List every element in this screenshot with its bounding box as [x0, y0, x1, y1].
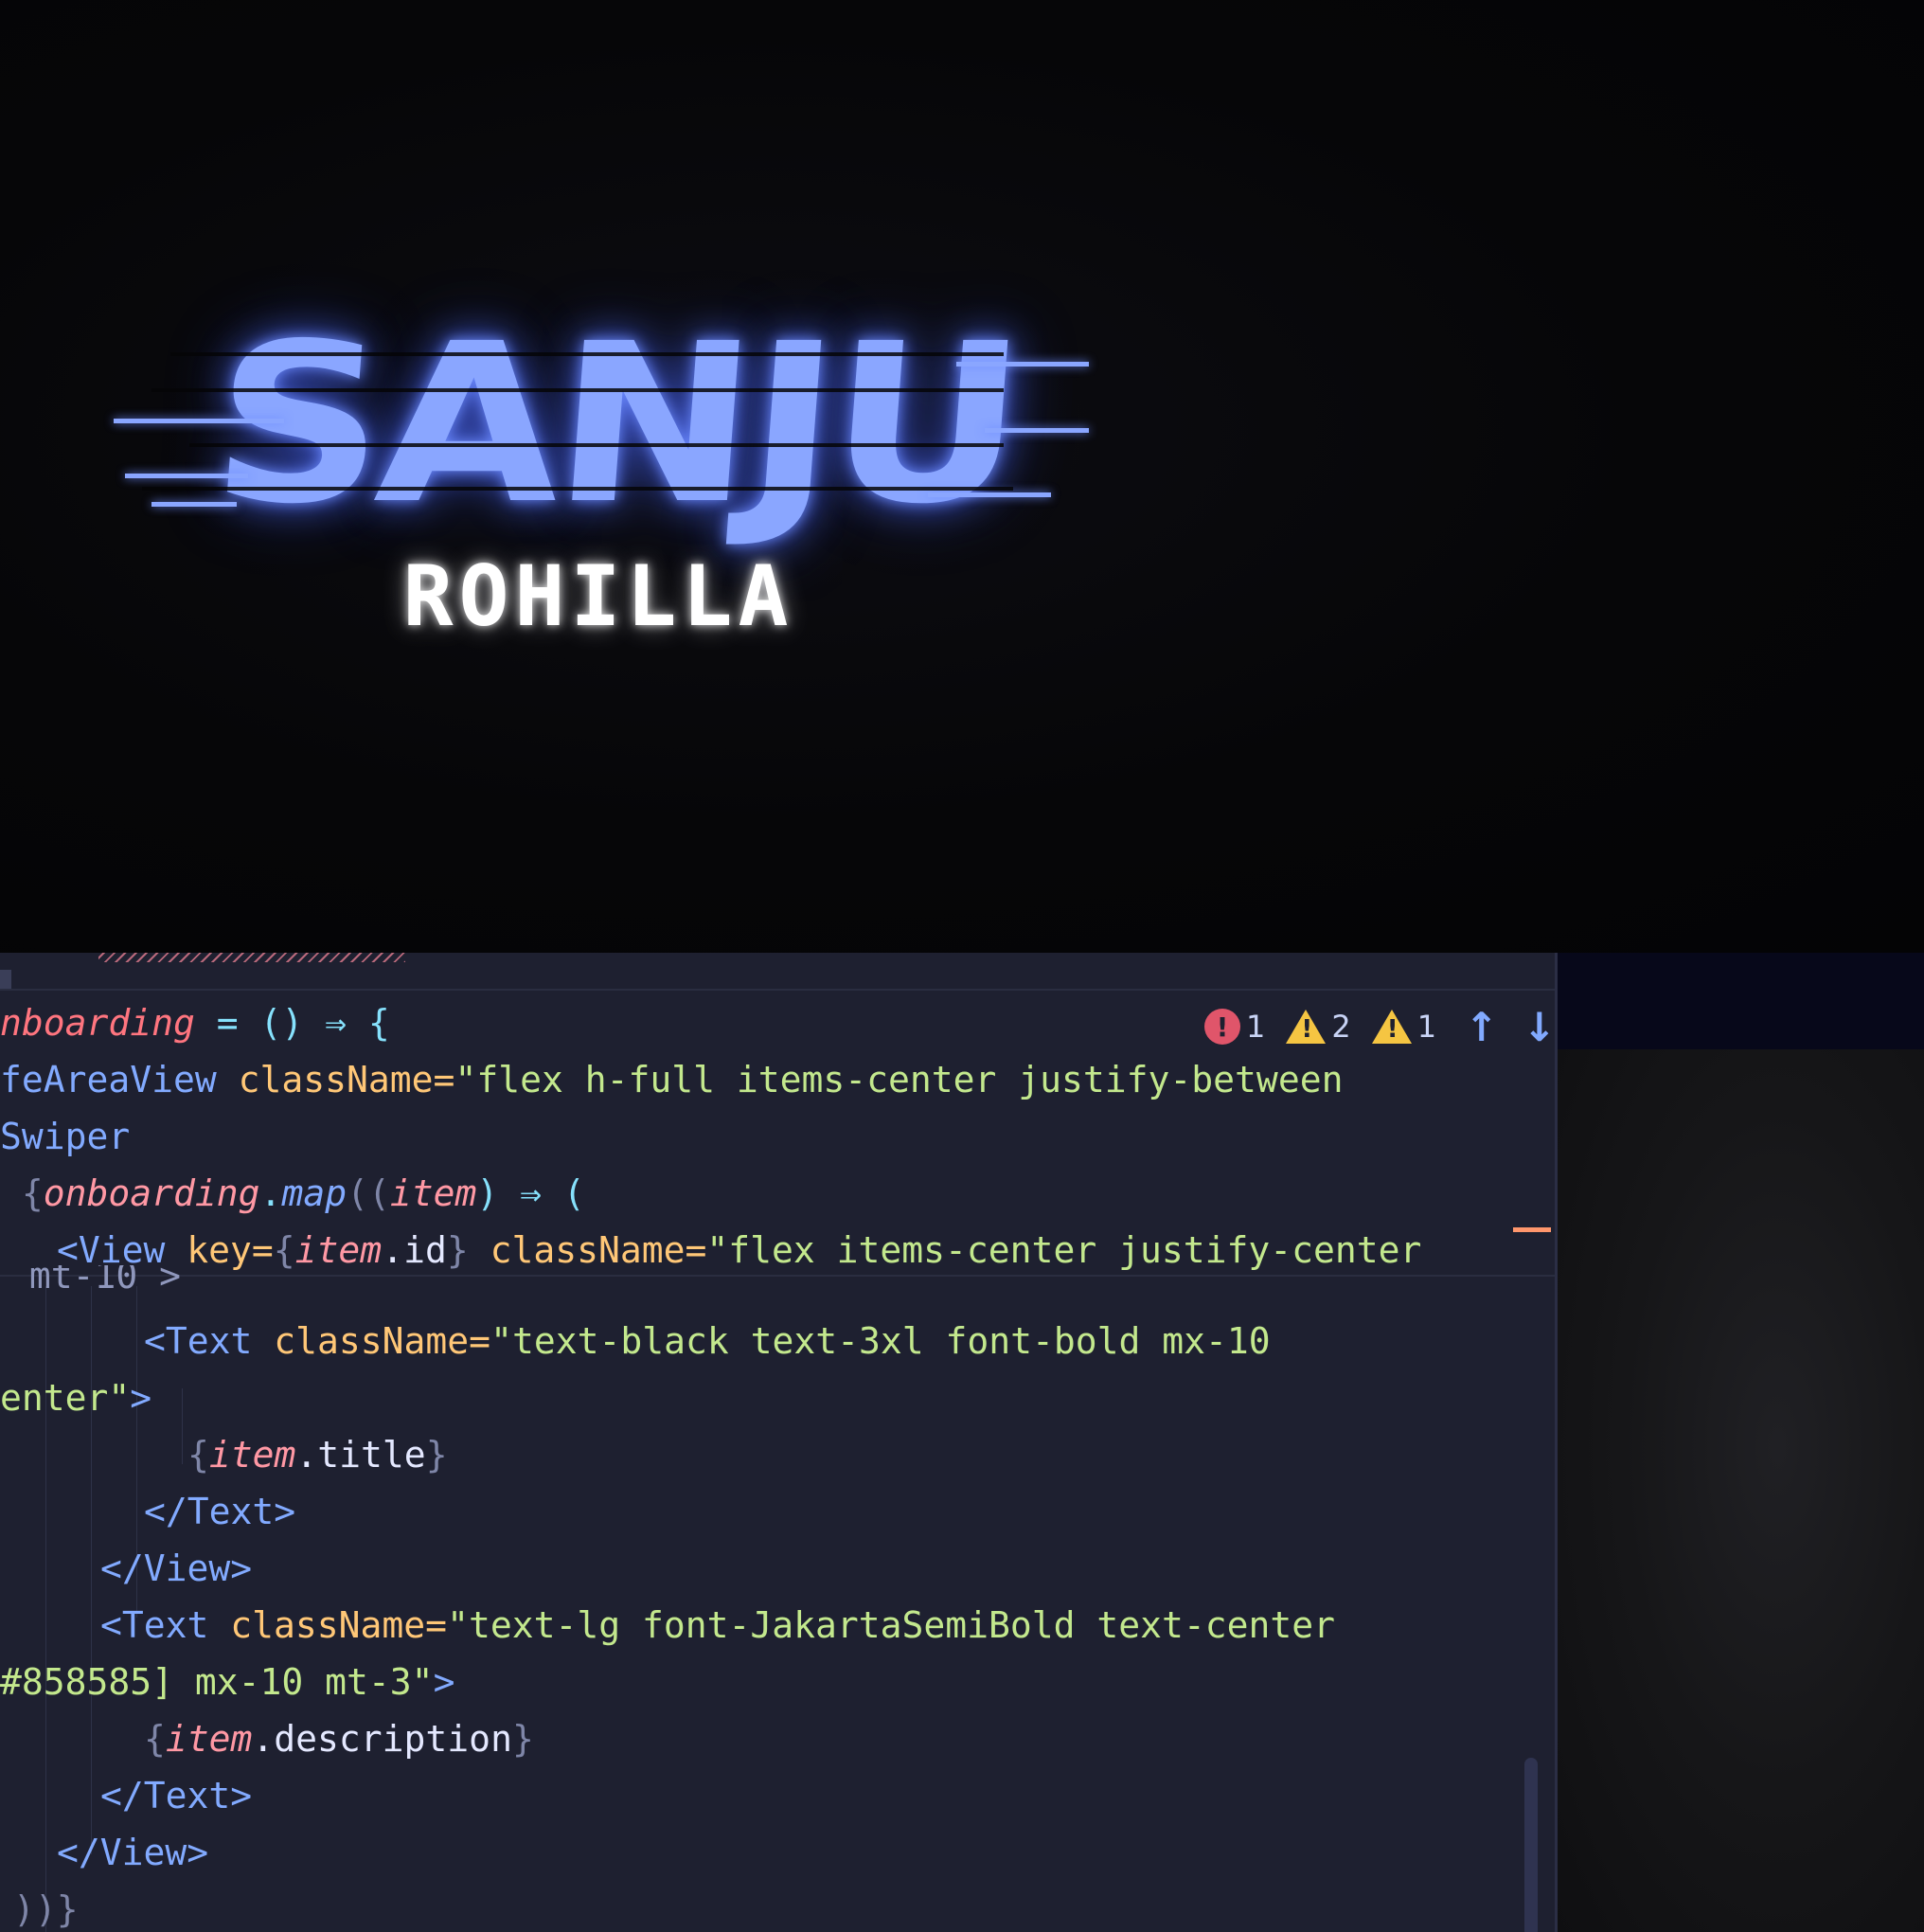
glitch-gap [189, 443, 1004, 447]
right-panel [1558, 1049, 1924, 1932]
code-token: className= [468, 1229, 707, 1271]
code-token: className= [252, 1320, 491, 1362]
error-count: 1 [1246, 1009, 1266, 1045]
code-line[interactable]: nboarding = () ⇒ { [0, 994, 390, 1051]
code-token: nboarding [0, 1002, 195, 1044]
code-line[interactable]: {item.title} [187, 1426, 448, 1483]
editor-tab-strip [0, 953, 1555, 991]
code-token: { [187, 1434, 209, 1476]
code-token: { [273, 1229, 295, 1271]
code-token: </View> [57, 1832, 209, 1873]
code-token: . [259, 1172, 282, 1214]
code-token: ))} [13, 1888, 79, 1930]
editor-scrollbar[interactable] [1524, 1758, 1538, 1932]
code-token: "text-lg font-JakartaSemiBold text-cente… [447, 1604, 1336, 1646]
code-token: item [389, 1172, 477, 1214]
code-token: className= [216, 1059, 455, 1100]
code-token: Swiper [0, 1116, 131, 1157]
arrow-up-icon[interactable]: ↑ [1465, 1004, 1498, 1050]
code-token: > [433, 1661, 455, 1703]
code-line[interactable]: {item.description} [144, 1710, 534, 1767]
code-token: </View> [100, 1547, 253, 1589]
code-token: <Text [100, 1604, 209, 1646]
code-token: ) ⇒ ( [476, 1172, 585, 1214]
code-token: item [294, 1229, 383, 1271]
glitch-gap [151, 388, 1004, 392]
code-line[interactable]: <Text className="text-black text-3xl fon… [144, 1313, 1271, 1369]
arrow-down-icon[interactable]: ↓ [1523, 1004, 1555, 1050]
code-token: feAreaView [0, 1059, 217, 1100]
glitch-streak [928, 492, 1051, 497]
code-line[interactable]: ))} [13, 1881, 79, 1932]
error-icon: ! [1204, 1009, 1240, 1045]
code-token: </Text> [144, 1491, 296, 1532]
code-line[interactable]: </Text> [100, 1767, 252, 1824]
title-card: SANJU ROHILLA [0, 0, 1924, 953]
code-editor[interactable]: ! 1 2 1 ↑ ↓ nboarding = () ⇒ { feAreaVie… [0, 953, 1558, 1932]
code-line[interactable]: #858585] mx-10 mt-3"> [0, 1654, 454, 1710]
code-line[interactable]: Swiper [0, 1108, 130, 1165]
warning-count: 2 [1331, 1009, 1351, 1045]
code-token: > [130, 1377, 152, 1419]
code-token: #858585] mx-10 mt-3" [0, 1661, 434, 1703]
wrap-divider [0, 1275, 1555, 1277]
code-token: .id [382, 1229, 447, 1271]
info-count: 1 [1416, 1009, 1437, 1045]
diagnostics-bar[interactable]: ! 1 2 1 ↑ ↓ [1204, 1000, 1555, 1053]
code-token: map [281, 1172, 347, 1214]
code-line[interactable]: </View> [100, 1540, 252, 1597]
code-token: } [511, 1718, 534, 1760]
code-token: { [0, 1172, 44, 1214]
glitch-streak [114, 419, 284, 423]
code-token: "flex h-full items-center justify-betwee… [454, 1059, 1344, 1100]
code-token: } [446, 1229, 469, 1271]
glitch-gap [142, 487, 1013, 491]
glitch-gap [170, 352, 1004, 356]
code-token: { [144, 1718, 166, 1760]
indent-guide [182, 1388, 183, 1464]
code-token: "flex items-center justify-center [706, 1229, 1422, 1271]
code-token: .title [295, 1434, 426, 1476]
code-token: } [425, 1434, 448, 1476]
code-token: enter" [0, 1377, 131, 1419]
glitch-streak [956, 362, 1089, 367]
code-token: (( [347, 1172, 390, 1214]
code-token: key= [165, 1229, 274, 1271]
code-token: <Text [144, 1320, 253, 1362]
code-token: className= [208, 1604, 448, 1646]
code-token: .description [252, 1718, 512, 1760]
code-line[interactable]: </Text> [144, 1483, 295, 1540]
code-line[interactable]: <Text className="text-lg font-JakartaSem… [100, 1597, 1335, 1654]
code-line[interactable]: enter"> [0, 1369, 151, 1426]
wrapped-line-fragment: mt-10 > [8, 1265, 182, 1294]
right-panel-header [1558, 953, 1924, 1049]
code-token: "text-black text-3xl font-bold mx-10 [490, 1320, 1271, 1362]
code-token: </Text> [100, 1775, 253, 1816]
glitch-streak [125, 474, 248, 478]
error-squiggle [98, 953, 405, 962]
glitch-title: SANJU [204, 296, 1027, 552]
code-line[interactable]: </View> [57, 1824, 208, 1881]
glitch-streak [985, 428, 1089, 433]
change-marker [1513, 1227, 1551, 1232]
glitch-subtitle: ROHILLA [402, 547, 794, 645]
code-line[interactable]: <View key={item.id} className="flex item… [57, 1222, 1421, 1279]
info-warning-icon [1371, 1010, 1412, 1044]
code-line[interactable]: {onboarding.map((item) ⇒ ( [0, 1165, 585, 1222]
code-token: onboarding [43, 1172, 260, 1214]
code-token: item [208, 1434, 296, 1476]
warning-icon [1286, 1010, 1327, 1044]
code-line[interactable]: feAreaView className="flex h-full items-… [0, 1051, 1343, 1108]
code-token: = () ⇒ { [194, 1002, 390, 1044]
glitch-streak [151, 502, 237, 507]
tab-indicator [0, 970, 11, 989]
code-token: item [165, 1718, 253, 1760]
